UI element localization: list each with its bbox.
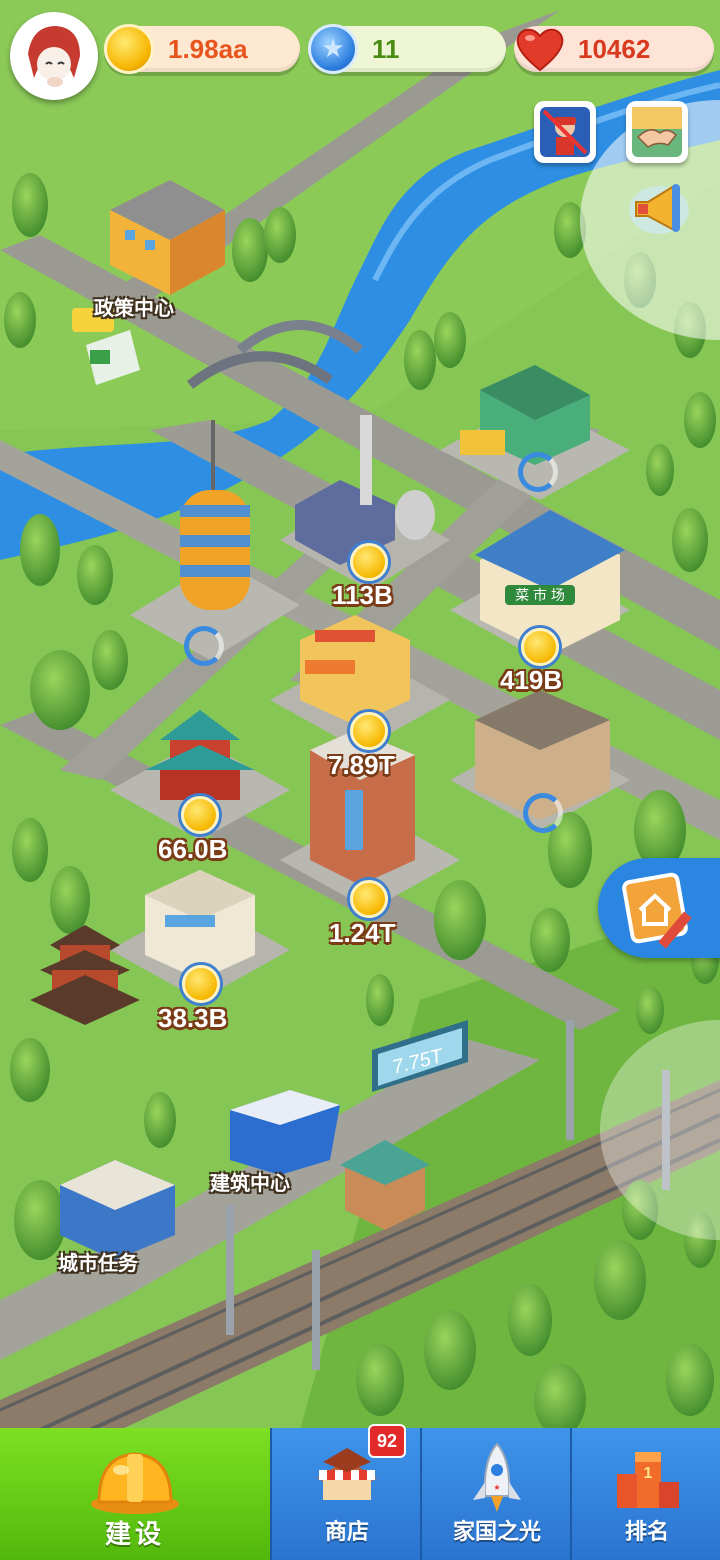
star-counter[interactable]: ★ 11 (308, 24, 506, 74)
player-avatar[interactable] (10, 12, 98, 100)
progress-ring-icon[interactable] (523, 793, 563, 833)
fireman-event-icon (540, 107, 590, 157)
label-policy-center[interactable]: 政策中心 (94, 292, 174, 321)
coin-value: 1.98aa (168, 34, 248, 64)
tab-glory-label: 家国之光 (452, 1519, 541, 1544)
svg-text:★: ★ (493, 1483, 500, 1492)
income-value: 7.89T (328, 750, 395, 780)
rocket-icon: ★ (473, 1442, 521, 1512)
tab-shop-label: 商店 (324, 1519, 369, 1544)
edit-house-icon (622, 872, 692, 949)
tab-build-label: 建设 (104, 1519, 165, 1549)
shop-badge-count: 92 (368, 1424, 406, 1458)
megaphone-icon (629, 184, 689, 234)
gold-coin-icon (104, 24, 154, 74)
coin-icon (350, 543, 388, 581)
heart-value: 10462 (578, 34, 651, 64)
progress-ring-icon[interactable] (518, 452, 558, 492)
coin-counter[interactable]: 1.98aa (104, 24, 300, 74)
income-value: 113B (332, 580, 393, 610)
income-value: 419B (500, 665, 563, 695)
avatar-icon (14, 16, 94, 96)
event-button[interactable] (534, 101, 596, 163)
bottom-nav: 建设 商店 ★ 家国之光 1 排名 (0, 1428, 720, 1560)
star-value: 11 (372, 34, 400, 64)
tab-glory[interactable]: ★ 家国之光 (420, 1428, 572, 1560)
coin-icon (350, 880, 388, 918)
heart-icon (514, 24, 564, 74)
hardhat-icon (91, 1452, 179, 1514)
tab-build[interactable]: 建设 (0, 1428, 270, 1560)
progress-ring-icon[interactable] (184, 626, 224, 666)
blue-star-icon: ★ (308, 24, 358, 74)
top-hud: 1.98aa ★ 11 10462 (0, 0, 720, 234)
label-city-tasks[interactable]: 城市任务 (58, 1247, 138, 1276)
announcement-button[interactable] (626, 178, 692, 238)
market-sign-text: 菜 市 场 (515, 587, 565, 603)
podium-icon: 1 (617, 1452, 679, 1508)
svg-text:1: 1 (644, 1465, 653, 1482)
income-value: 66.0B (158, 834, 228, 864)
coin-icon (182, 965, 220, 1003)
tab-rank-label: 排名 (624, 1519, 669, 1544)
handshake-icon (632, 107, 682, 157)
coin-icon (181, 796, 219, 834)
cooperation-button[interactable] (626, 101, 688, 163)
tab-rank[interactable]: 1 排名 (570, 1428, 720, 1560)
edit-layout-button[interactable] (598, 858, 720, 958)
heart-counter[interactable]: 10462 (514, 26, 714, 72)
coin-icon (521, 628, 559, 666)
income-value: 38.3B (158, 1003, 228, 1033)
label-building-center[interactable]: 建筑中心 (210, 1167, 290, 1196)
coin-icon (350, 712, 388, 750)
income-value: 1.24T (329, 918, 396, 948)
